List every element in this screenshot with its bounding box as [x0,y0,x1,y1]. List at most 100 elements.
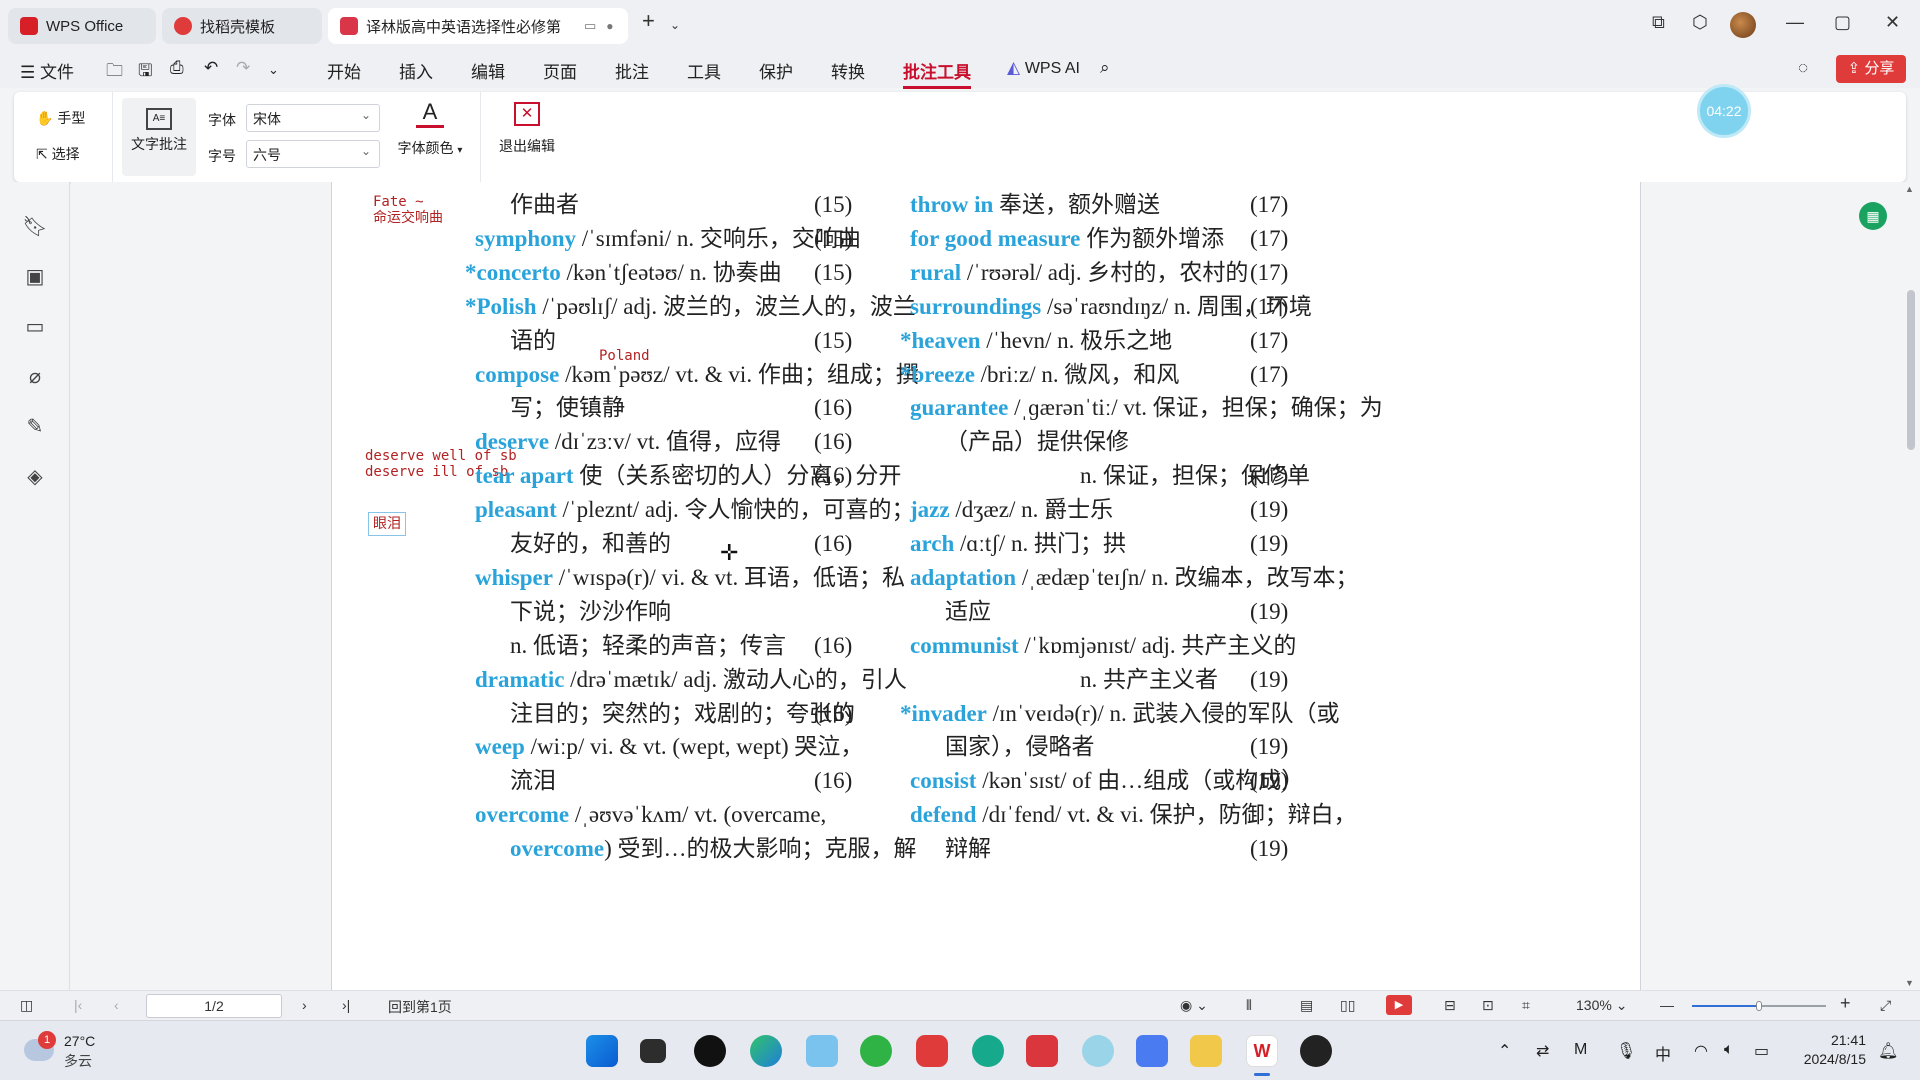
font-family-select[interactable]: 宋体 ⌄ [246,104,380,132]
menu-edit[interactable]: 编辑 [471,58,505,83]
save-icon[interactable]: 🖫 [138,58,152,87]
notification-bell-icon[interactable]: 🔔︎ [1878,1041,1898,1061]
browser-icon[interactable] [972,1035,1004,1067]
zoom-in-icon[interactable]: + [1840,993,1851,1014]
zoom-slider[interactable] [1692,1001,1826,1011]
font-size-select[interactable]: 六号 ⌄ [246,140,380,168]
wifi-icon[interactable]: ◠ [1694,1041,1708,1061]
annotation-fate[interactable]: Fate ~ [373,194,424,210]
annotation-tears[interactable]: 眼泪 [368,512,406,536]
last-page-icon[interactable]: ›| [342,997,350,1013]
next-page-icon[interactable]: › [302,997,307,1013]
menu-convert[interactable]: 转换 [831,58,865,83]
menu-start[interactable]: 开始 [327,58,361,83]
tray-expand-icon[interactable]: ⌃ [1498,1041,1511,1061]
volume-icon[interactable]: 🔈︎ [1724,1041,1734,1059]
vertical-scrollbar[interactable]: ▲ ▼ [1901,182,1920,990]
wechat-icon[interactable] [860,1035,892,1067]
fit-width-icon[interactable]: ⊟ [1444,997,1456,1014]
flag-app-icon[interactable] [1026,1035,1058,1067]
annotation-fate-cn[interactable]: 命运交响曲 [373,210,443,226]
print-icon[interactable]: ⎙ [170,58,184,78]
snipping-icon[interactable] [806,1035,838,1067]
qq-icon[interactable] [694,1035,726,1067]
wps-taskbar-icon[interactable]: W [1246,1035,1278,1067]
layers-icon[interactable]: ◈ [22,464,48,490]
chat-icon[interactable]: ◌ [1798,58,1808,78]
zoom-select[interactable]: 130% ⌄ [1576,997,1627,1014]
spreadsheet-float-icon[interactable]: ▦ [1859,202,1887,230]
fit-page-icon[interactable]: ⊡ [1482,997,1494,1014]
undo-icon[interactable]: ↶ [204,58,218,78]
bookmark-icon[interactable]: 🔖︎ [22,214,48,240]
battery-icon[interactable]: ▭ [1754,1041,1769,1061]
tray-settings-icon[interactable]: ⇄ [1536,1041,1549,1061]
ai-app-icon[interactable] [1082,1035,1114,1067]
quick-access-chevron-icon[interactable]: ⌄ [268,62,279,78]
minimize-icon[interactable]: — [1786,12,1804,33]
attachment-icon[interactable]: ⌀ [22,364,48,390]
wps-ai-button[interactable]: ◭ WPS AI [1007,58,1080,78]
page-number-input[interactable]: 1/2 [146,994,282,1018]
font-color-button[interactable]: A 字体颜色 ▾ [390,100,470,158]
zoom-slider-handle[interactable] [1756,1001,1762,1011]
tab-template[interactable]: 找稻壳模板 [162,8,322,44]
scroll-down-icon[interactable]: ▼ [1905,978,1914,988]
notes-icon[interactable] [1136,1035,1168,1067]
open-folder-icon[interactable]: 🗀 [106,58,123,87]
comment-icon[interactable]: ▭ [22,314,48,340]
scroll-up-icon[interactable]: ▲ [1905,184,1914,194]
ime-indicator[interactable]: 中 [1655,1041,1671,1065]
maximize-icon[interactable]: ▢ [1834,12,1851,33]
menu-annotation-tools[interactable]: 批注工具 [903,58,971,89]
eye-mode-icon[interactable]: ◉ ⌄ [1180,997,1208,1014]
crop-icon[interactable]: ⌗ [1522,997,1530,1014]
zoom-out-icon[interactable]: — [1660,997,1674,1013]
tab-list-chevron-icon[interactable]: ⌄ [670,18,680,32]
edge-icon[interactable] [750,1035,782,1067]
close-icon[interactable]: ✕ [1885,12,1900,33]
text-annotation-button[interactable]: A≡ 文字批注 [122,98,196,176]
search-icon[interactable]: ⌕ [1100,58,1110,78]
cube-icon[interactable]: ⬡ [1692,12,1708,33]
redo-icon[interactable]: ↷ [236,58,250,78]
file-explorer-icon[interactable] [1190,1035,1222,1067]
select-tool-button[interactable]: ⇱ 选择 [36,144,80,164]
two-page-icon[interactable]: ▯▯ [1340,997,1355,1014]
start-icon[interactable] [586,1035,618,1067]
tab-dot-icon[interactable]: ● [606,19,613,33]
microphone-icon[interactable]: 🎙︎ [1616,1041,1636,1061]
netease-music-icon[interactable] [916,1035,948,1067]
share-button[interactable]: ⇪ 分享 [1836,55,1906,83]
fullscreen-icon[interactable]: ⤢ [1880,997,1891,1014]
task-view-icon[interactable] [640,1039,666,1063]
avatar[interactable] [1730,12,1756,38]
sidebar-toggle-icon[interactable]: ◫ [20,997,33,1014]
scroll-thumb[interactable] [1907,290,1915,450]
exit-edit-button[interactable]: ✕ 退出编辑 [492,102,562,156]
menu-tools[interactable]: 工具 [687,58,721,83]
menu-protect[interactable]: 保护 [759,58,793,83]
menu-insert[interactable]: 插入 [399,58,433,83]
tab-wps-office[interactable]: WPS Office [8,8,156,44]
media-player-icon[interactable] [1300,1035,1332,1067]
back-to-first-page[interactable]: 回到第1页 [388,997,452,1017]
continuous-page-icon[interactable]: ▤ [1300,997,1313,1014]
hand-tool-button[interactable]: ✋ 手型 [36,108,85,128]
play-icon[interactable]: ▶ [1386,995,1412,1015]
tray-app-icon[interactable]: M [1574,1041,1587,1059]
weather-widget[interactable]: 1 27°C 多云 [24,1031,144,1071]
thumbnail-icon[interactable]: ▣ [22,264,48,290]
clock[interactable]: 21:41 2024/8/15 [1796,1031,1866,1069]
file-menu[interactable]: ☰ 文件 [20,58,74,83]
new-tab-icon[interactable]: + [642,8,655,34]
tab-document[interactable]: 译林版高中英语选择性必修第 ▭ ● [328,8,628,44]
restore-panel-icon[interactable]: ⧉ [1652,12,1665,33]
timer-badge[interactable]: 04:22 [1697,84,1751,138]
single-page-icon[interactable]: ⫴ [1246,997,1252,1014]
menu-annotate[interactable]: 批注 [615,58,649,83]
prev-page-icon[interactable]: ‹ [114,997,119,1013]
signature-icon[interactable]: ✎ [22,414,48,440]
first-page-icon[interactable]: |‹ [74,997,82,1013]
tab-window-icon[interactable]: ▭ [584,18,596,34]
